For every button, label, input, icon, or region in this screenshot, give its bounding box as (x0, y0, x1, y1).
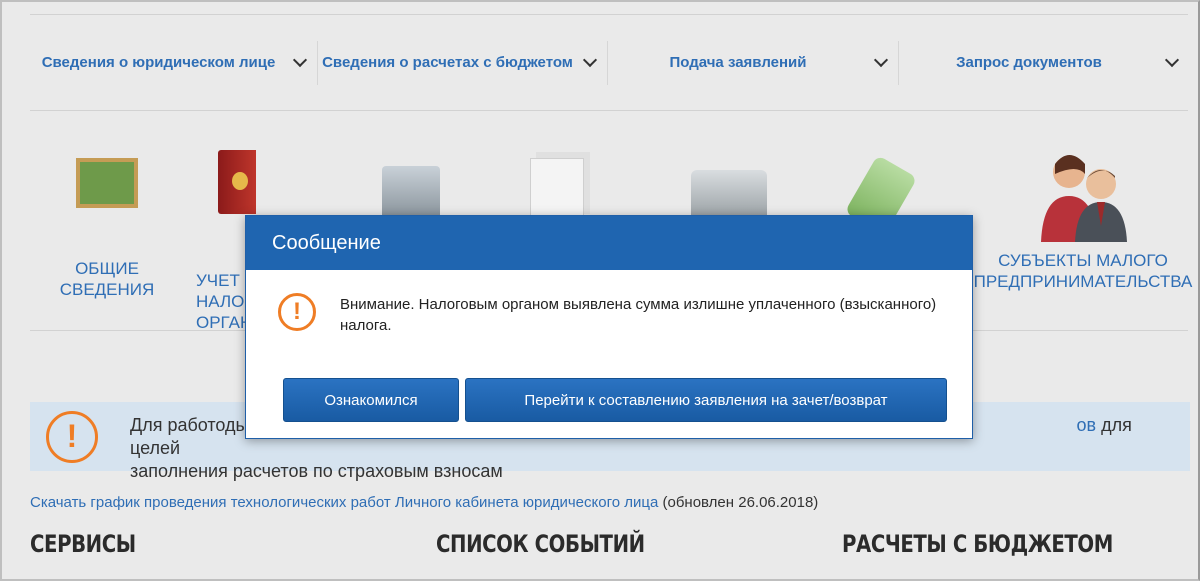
download-schedule: Скачать график проведения технологически… (30, 494, 818, 511)
top-nav: Сведения о юридическом лице Сведения о р… (30, 30, 1190, 96)
nav-budget-settlements[interactable]: Сведения о расчетах с бюджетом (318, 30, 607, 96)
nav-label: Сведения о расчетах с бюджетом (322, 54, 573, 71)
nav-submit-applications[interactable]: Подача заявлений (608, 30, 898, 96)
section-budget-title[interactable]: РАСЧЕТЫ С БЮДЖЕТОМ (842, 530, 1113, 558)
dialog-title: Сообщение (246, 216, 972, 270)
notice-text-line2: заполнения расчетов по страховым взносам (130, 461, 503, 481)
warning-icon: ! (278, 293, 316, 331)
dialog-message: Внимание. Налоговым органом выявлена сум… (340, 296, 937, 334)
business-people-icon (1035, 150, 1131, 242)
download-note: (обновлен 26.06.2018) (658, 494, 819, 511)
section-events-title[interactable]: СПИСОК СОБЫТИЙ (436, 530, 645, 558)
nav-label: Подача заявлений (669, 54, 807, 71)
nav-legal-entity[interactable]: Сведения о юридическом лице (30, 30, 317, 96)
divider (30, 14, 1188, 15)
category-general-info[interactable]: Общие сведения (52, 150, 162, 300)
chevron-down-icon[interactable] (1164, 52, 1180, 68)
divider (30, 110, 1188, 111)
notice-link[interactable]: ов (1077, 415, 1097, 435)
category-label: Субъекты малого предпринимательства (973, 251, 1193, 291)
acknowledge-button[interactable]: Ознакомился (283, 378, 459, 422)
teacher-board-icon (76, 158, 138, 208)
notice-text-start: Для работоды (130, 415, 249, 435)
go-to-refund-application-button[interactable]: Перейти к составлению заявления на зачет… (465, 378, 947, 422)
registry-book-icon (218, 150, 256, 214)
nav-request-documents[interactable]: Запрос документов (899, 30, 1189, 96)
chevron-down-icon[interactable] (873, 52, 889, 68)
category-label: Общие сведения (59, 259, 155, 299)
category-small-business[interactable]: Субъекты малого предпринимательства (972, 150, 1194, 292)
warning-icon: ! (46, 411, 98, 463)
message-dialog: Сообщение ! Внимание. Налоговым органом … (245, 215, 973, 439)
section-services-title[interactable]: СЕРВИСЫ (30, 530, 136, 558)
download-schedule-link[interactable]: Скачать график проведения технологически… (30, 494, 658, 511)
chevron-down-icon[interactable] (582, 52, 598, 68)
nav-label: Сведения о юридическом лице (41, 54, 276, 71)
chevron-down-icon[interactable] (292, 52, 308, 68)
nav-label: Запрос документов (956, 54, 1102, 71)
documents-icon (530, 158, 584, 220)
